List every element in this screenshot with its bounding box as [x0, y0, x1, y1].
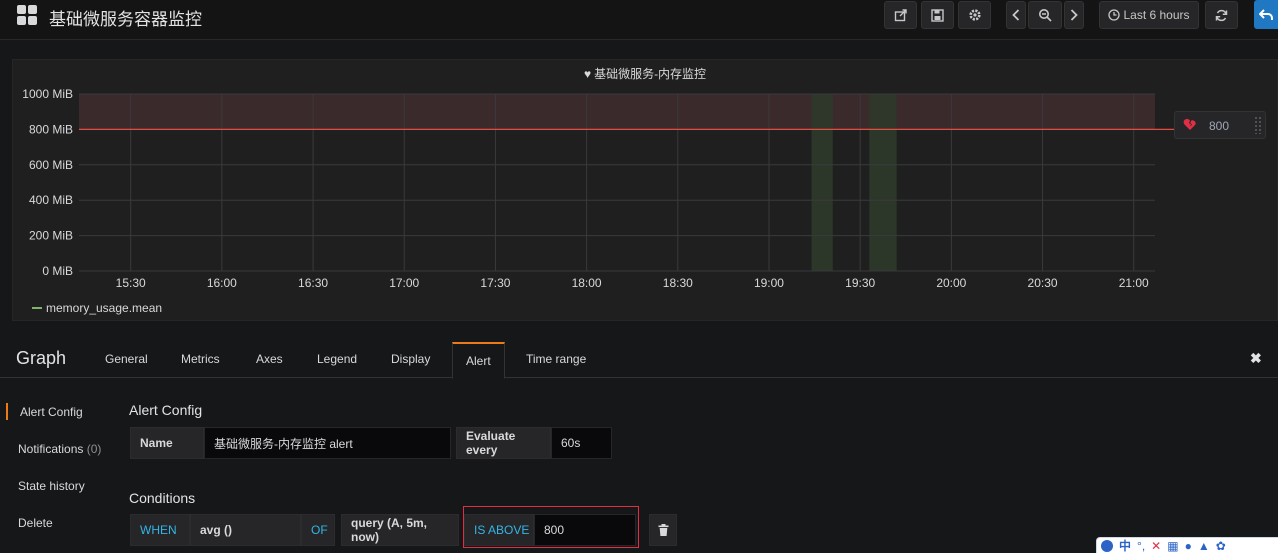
- ime-toolbar: 中 °, ✕ ▦ ● ▲ ✿: [1096, 537, 1278, 553]
- time-back-button[interactable]: [1006, 1, 1026, 29]
- alert-threshold-region: [79, 94, 1155, 130]
- alert-name-input[interactable]: 基础微服务-内存监控 alert: [204, 427, 451, 459]
- reducer-select[interactable]: avg (): [190, 514, 301, 546]
- ime-lang-label[interactable]: 中: [1119, 537, 1131, 553]
- memory-chart[interactable]: 0 MiB 200 MiB 400 MiB 600 MiB 800 MiB 1000 Mi…: [13, 60, 1278, 322]
- chevron-left-icon: [1012, 9, 1020, 21]
- x-tick-label: 20:30: [1028, 276, 1058, 290]
- sidebar-item-notifications[interactable]: Notifications (0): [18, 442, 101, 456]
- notifications-count: (0): [86, 442, 102, 456]
- x-tick-label: 19:30: [845, 276, 875, 290]
- ime-punctuation-icon[interactable]: °,: [1137, 539, 1145, 553]
- condition-when-keyword[interactable]: WHEN: [130, 514, 190, 546]
- graph-panel: ♥ 基础微服务-内存监控 0 MiB 200 MiB 400 MiB 600 MiB 80…: [12, 59, 1278, 321]
- zoom-out-button[interactable]: [1028, 1, 1062, 29]
- active-indicator: [6, 403, 8, 420]
- share-button[interactable]: [884, 1, 917, 29]
- chevron-right-icon: [1070, 9, 1078, 21]
- trash-icon: [658, 524, 668, 536]
- tab-alert[interactable]: Alert: [452, 342, 505, 379]
- sidebar-item-alert-config[interactable]: Alert Config: [20, 405, 83, 419]
- ime-logo-icon[interactable]: [1101, 539, 1113, 552]
- delete-condition-button[interactable]: [649, 514, 677, 546]
- tab-legend[interactable]: Legend: [317, 352, 357, 366]
- sidebar-item-label: Notifications: [18, 442, 84, 456]
- alert-config-heading: Alert Config: [129, 402, 203, 418]
- settings-button[interactable]: [958, 1, 991, 29]
- evaluate-every-input[interactable]: 60s: [551, 427, 612, 459]
- highlight-region-0: [811, 94, 833, 271]
- y-tick-label: 200 MiB: [29, 229, 73, 243]
- save-icon: [931, 8, 944, 22]
- dashboard-grid-icon[interactable]: [17, 5, 39, 27]
- legend-swatch: [32, 307, 42, 309]
- y-tick-label: 0 MiB: [42, 264, 73, 278]
- drag-grip-icon[interactable]: [1254, 116, 1262, 134]
- conditions-heading: Conditions: [129, 490, 196, 506]
- annotation-highlight-box: [463, 506, 639, 548]
- tab-display[interactable]: Display: [391, 352, 430, 366]
- time-range-picker[interactable]: Last 6 hours: [1099, 1, 1199, 29]
- clock-icon: [1108, 9, 1121, 21]
- panel-editor-header: Graph General Metrics Axes Legend Displa…: [0, 340, 1278, 379]
- legend: memory_usage.mean: [32, 301, 162, 315]
- ime-keyboard-icon[interactable]: ▦: [1167, 539, 1178, 553]
- sidebar-item-state-history[interactable]: State history: [18, 479, 85, 493]
- ime-skin-icon[interactable]: ▲: [1198, 539, 1210, 553]
- legend-series-label[interactable]: memory_usage.mean: [46, 301, 162, 315]
- x-tick-label: 19:00: [754, 276, 784, 290]
- x-tick-label: 18:30: [663, 276, 693, 290]
- gear-icon: [968, 9, 981, 21]
- back-to-dashboard-button[interactable]: [1254, 0, 1278, 29]
- close-editor-icon[interactable]: ✖: [1250, 350, 1262, 367]
- back-icon: [1259, 8, 1273, 20]
- sidebar-item-delete[interactable]: Delete: [18, 516, 53, 530]
- threshold-handle[interactable]: 800: [1174, 111, 1266, 139]
- condition-of-keyword: OF: [301, 514, 335, 546]
- ime-user-icon[interactable]: ●: [1185, 539, 1192, 553]
- save-dashboard-button[interactable]: [921, 1, 954, 29]
- dashboard-title[interactable]: 基础微服务容器监控: [49, 5, 202, 30]
- top-navbar: 基础微服务容器监控 Last 6 hours: [0, 0, 1278, 40]
- threshold-handle-value: 800: [1209, 119, 1230, 133]
- tab-axes[interactable]: Axes: [256, 352, 283, 366]
- x-tick-label: 21:00: [1119, 276, 1149, 290]
- name-label: Name: [130, 427, 204, 459]
- tab-time-range[interactable]: Time range: [526, 352, 586, 366]
- editor-title: Graph: [16, 348, 67, 368]
- y-tick-label: 600 MiB: [29, 158, 73, 172]
- refresh-button[interactable]: [1205, 1, 1238, 29]
- tab-metrics[interactable]: Metrics: [181, 352, 220, 366]
- highlight-region-1: [869, 94, 897, 271]
- x-tick-label: 16:30: [298, 276, 328, 290]
- share-icon: [894, 9, 907, 22]
- x-tick-label: 17:30: [480, 276, 510, 290]
- x-tick-label: 18:00: [572, 276, 602, 290]
- time-forward-button[interactable]: [1064, 1, 1084, 29]
- x-tick-label: 15:30: [116, 276, 146, 290]
- y-tick-label: 800 MiB: [29, 122, 73, 136]
- query-select[interactable]: query (A, 5m, now): [341, 514, 459, 546]
- refresh-icon: [1215, 9, 1228, 21]
- broken-heart-icon: [1183, 118, 1196, 130]
- evaluate-every-label: Evaluate every: [456, 427, 551, 459]
- x-tick-label: 17:00: [389, 276, 419, 290]
- ime-settings-icon[interactable]: ✿: [1216, 539, 1226, 553]
- zoom-out-icon: [1039, 9, 1052, 22]
- x-tick-label: 16:00: [207, 276, 237, 290]
- tab-general[interactable]: General: [105, 352, 148, 366]
- x-tick-label: 20:00: [936, 276, 966, 290]
- ime-tools-icon[interactable]: ✕: [1151, 539, 1161, 553]
- time-range-label: Last 6 hours: [1123, 8, 1190, 22]
- y-tick-label: 1000 MiB: [22, 87, 73, 101]
- y-tick-label: 400 MiB: [29, 193, 73, 207]
